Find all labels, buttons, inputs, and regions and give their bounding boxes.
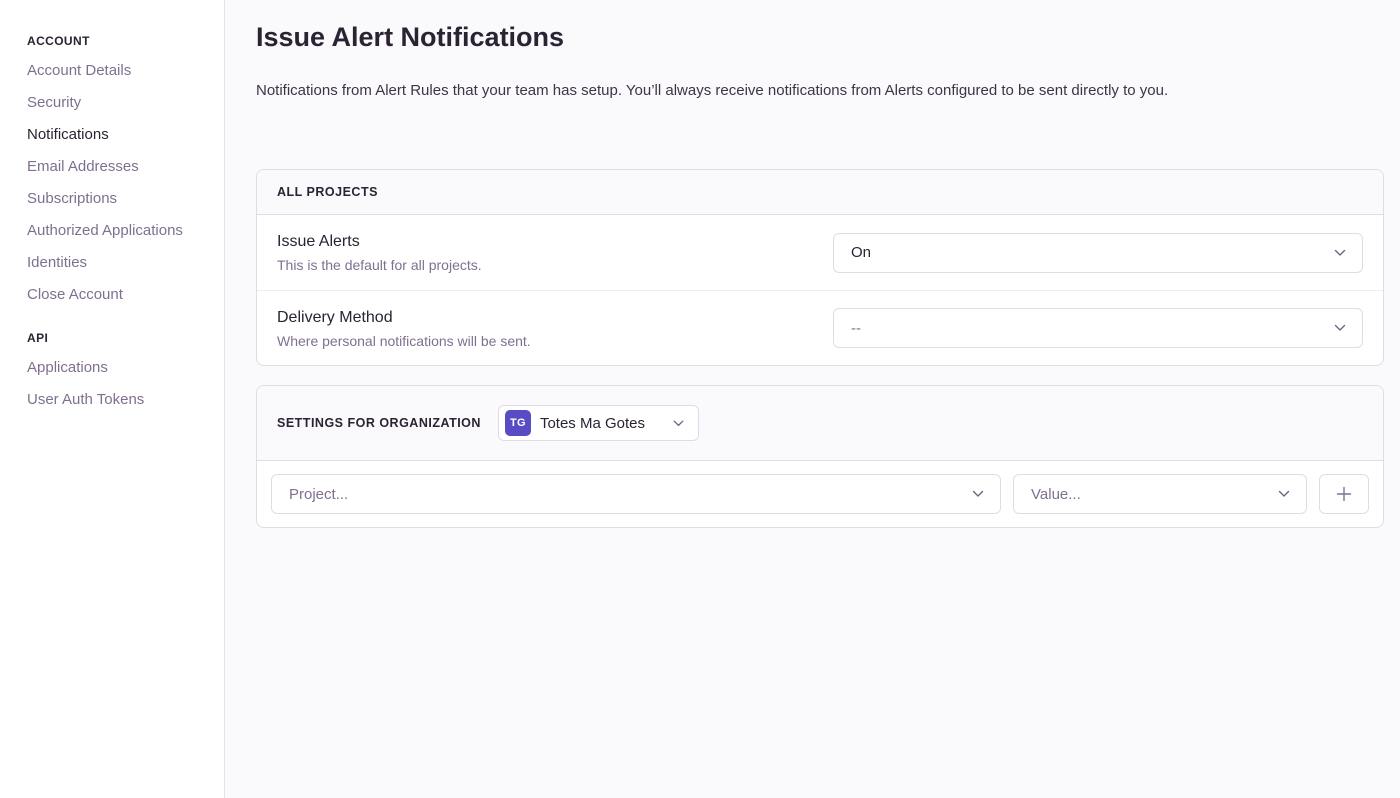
chevron-down-icon: [1332, 245, 1348, 261]
sidebar-item-account-details[interactable]: Account Details: [27, 63, 204, 79]
chevron-down-icon: [671, 416, 686, 431]
sidebar-item-close-account[interactable]: Close Account: [27, 287, 204, 303]
fine-tune-row: Project... Value...: [257, 461, 1383, 527]
value-select-placeholder: Value...: [1031, 486, 1081, 503]
sidebar-item-notifications[interactable]: Notifications: [27, 127, 204, 143]
plus-icon: [1334, 484, 1354, 504]
main-content: Issue Alert Notifications Notifications …: [225, 0, 1400, 798]
organization-select[interactable]: TG Totes Ma Gotes: [498, 405, 699, 441]
organization-avatar: TG: [505, 410, 531, 436]
organization-panel-header-label: SETTINGS FOR ORGANIZATION: [277, 416, 481, 430]
chevron-down-icon: [970, 486, 986, 502]
chevron-down-icon: [1332, 320, 1348, 336]
value-select[interactable]: Value...: [1013, 474, 1307, 514]
delivery-method-select[interactable]: --: [833, 308, 1363, 348]
project-select[interactable]: Project...: [271, 474, 1001, 514]
add-fine-tune-button[interactable]: [1319, 474, 1369, 514]
sidebar-section-header-api: API: [27, 331, 204, 345]
sidebar-section-account: ACCOUNT Account Details Security Notific…: [27, 34, 204, 303]
delivery-method-description: Where personal notifications will be sen…: [277, 333, 531, 349]
sidebar-item-email-addresses[interactable]: Email Addresses: [27, 159, 204, 175]
organization-panel: SETTINGS FOR ORGANIZATION TG Totes Ma Go…: [256, 385, 1384, 528]
issue-alerts-label: Issue Alerts: [277, 232, 482, 251]
all-projects-panel: ALL PROJECTS Issue Alerts This is the de…: [256, 169, 1384, 366]
organization-panel-header: SETTINGS FOR ORGANIZATION TG Totes Ma Go…: [257, 386, 1383, 461]
issue-alerts-select[interactable]: On: [833, 233, 1363, 273]
delivery-method-select-value: --: [851, 320, 861, 337]
project-select-placeholder: Project...: [289, 486, 348, 503]
chevron-down-icon: [1276, 486, 1292, 502]
sidebar-item-applications[interactable]: Applications: [27, 360, 204, 376]
organization-name: Totes Ma Gotes: [540, 415, 645, 432]
sidebar-item-identities[interactable]: Identities: [27, 255, 204, 271]
delivery-method-label: Delivery Method: [277, 308, 531, 327]
sidebar-item-user-auth-tokens[interactable]: User Auth Tokens: [27, 392, 204, 408]
sidebar-section-api: API Applications User Auth Tokens: [27, 331, 204, 408]
page-description: Notifications from Alert Rules that your…: [256, 82, 1384, 100]
delivery-method-text: Delivery Method Where personal notificat…: [277, 308, 531, 349]
issue-alerts-description: This is the default for all projects.: [277, 257, 482, 273]
settings-page: ACCOUNT Account Details Security Notific…: [0, 0, 1400, 798]
delivery-method-row: Delivery Method Where personal notificat…: [257, 290, 1383, 365]
sidebar-item-subscriptions[interactable]: Subscriptions: [27, 191, 204, 207]
issue-alerts-text: Issue Alerts This is the default for all…: [277, 232, 482, 273]
sidebar-section-header-account: ACCOUNT: [27, 34, 204, 48]
all-projects-panel-header: ALL PROJECTS: [257, 170, 1383, 215]
issue-alerts-row: Issue Alerts This is the default for all…: [257, 215, 1383, 290]
page-title: Issue Alert Notifications: [256, 20, 1384, 54]
settings-sidebar: ACCOUNT Account Details Security Notific…: [0, 0, 225, 798]
issue-alerts-select-value: On: [851, 244, 871, 261]
sidebar-item-security[interactable]: Security: [27, 95, 204, 111]
sidebar-item-authorized-applications[interactable]: Authorized Applications: [27, 223, 204, 239]
